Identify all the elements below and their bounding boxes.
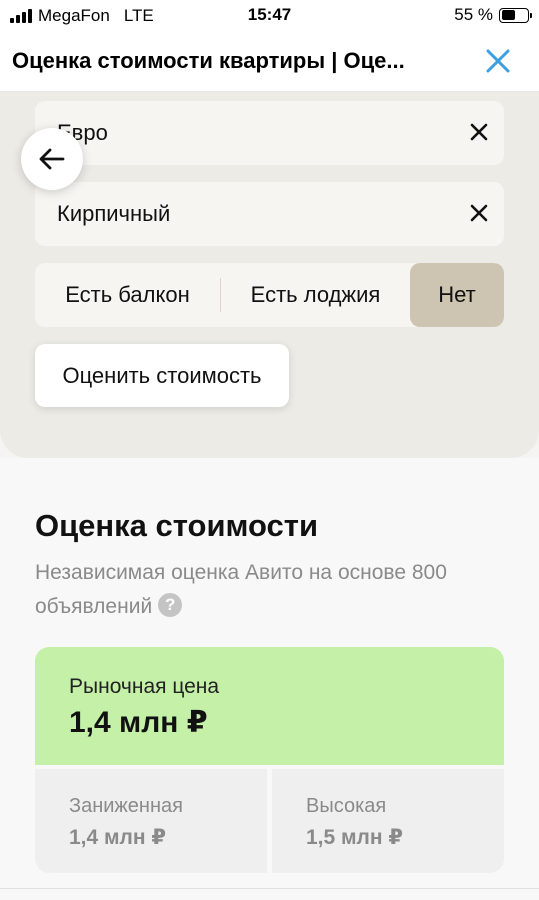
option-balcony[interactable]: Есть балкон xyxy=(35,263,220,327)
high-price-card: Высокая 1,5 млн ₽ xyxy=(272,769,504,873)
high-price-value: 1,5 млн ₽ xyxy=(306,826,404,849)
high-price-label: Высокая xyxy=(306,795,387,817)
low-price-card: Заниженная 1,4 млн ₽ xyxy=(35,769,267,873)
battery-percent: 55 % xyxy=(454,5,493,24)
market-price-card: Рыночная цена 1,4 млн ₽ xyxy=(35,647,504,765)
back-button[interactable] xyxy=(21,128,83,190)
title-bar: Оценка стоимости квартиры | Оце... xyxy=(0,32,539,92)
market-price-label: Рыночная цена xyxy=(69,675,220,698)
building-type-field[interactable]: Кирпичный xyxy=(35,182,504,246)
page-title: Оценка стоимости квартиры | Оце... xyxy=(12,48,405,73)
section-subtitle: Независимая оценка Авито на основе 800 о… xyxy=(35,556,475,624)
section-title: Оценка стоимости xyxy=(35,508,319,543)
building-type-value: Кирпичный xyxy=(57,201,171,226)
status-bar: MegaFon LTE 15:47 55 % xyxy=(0,0,539,32)
low-price-value: 1,4 млн ₽ xyxy=(69,826,167,849)
status-right: 55 % xyxy=(454,5,532,25)
renovation-field[interactable]: Евро xyxy=(35,101,504,165)
market-price-value: 1,4 млн ₽ xyxy=(69,706,208,739)
help-icon[interactable]: ? xyxy=(158,593,183,618)
estimate-section: Оценка стоимости Независимая оценка Авит… xyxy=(0,458,539,900)
subtitle-text: Независимая оценка Авито на основе 800 о… xyxy=(35,561,447,618)
clear-icon[interactable] xyxy=(466,200,492,226)
option-loggia[interactable]: Есть лоджия xyxy=(221,263,410,327)
estimate-button[interactable]: Оценить стоимость xyxy=(35,344,289,407)
clear-icon[interactable] xyxy=(466,119,492,145)
arrow-left-icon xyxy=(39,148,65,170)
battery-icon xyxy=(499,7,532,23)
option-none[interactable]: Нет xyxy=(410,263,504,327)
low-price-label: Заниженная xyxy=(69,795,183,817)
balcony-selector: Есть балкон Есть лоджия Нет xyxy=(35,263,504,327)
divider xyxy=(0,888,539,889)
close-icon[interactable] xyxy=(483,46,513,76)
